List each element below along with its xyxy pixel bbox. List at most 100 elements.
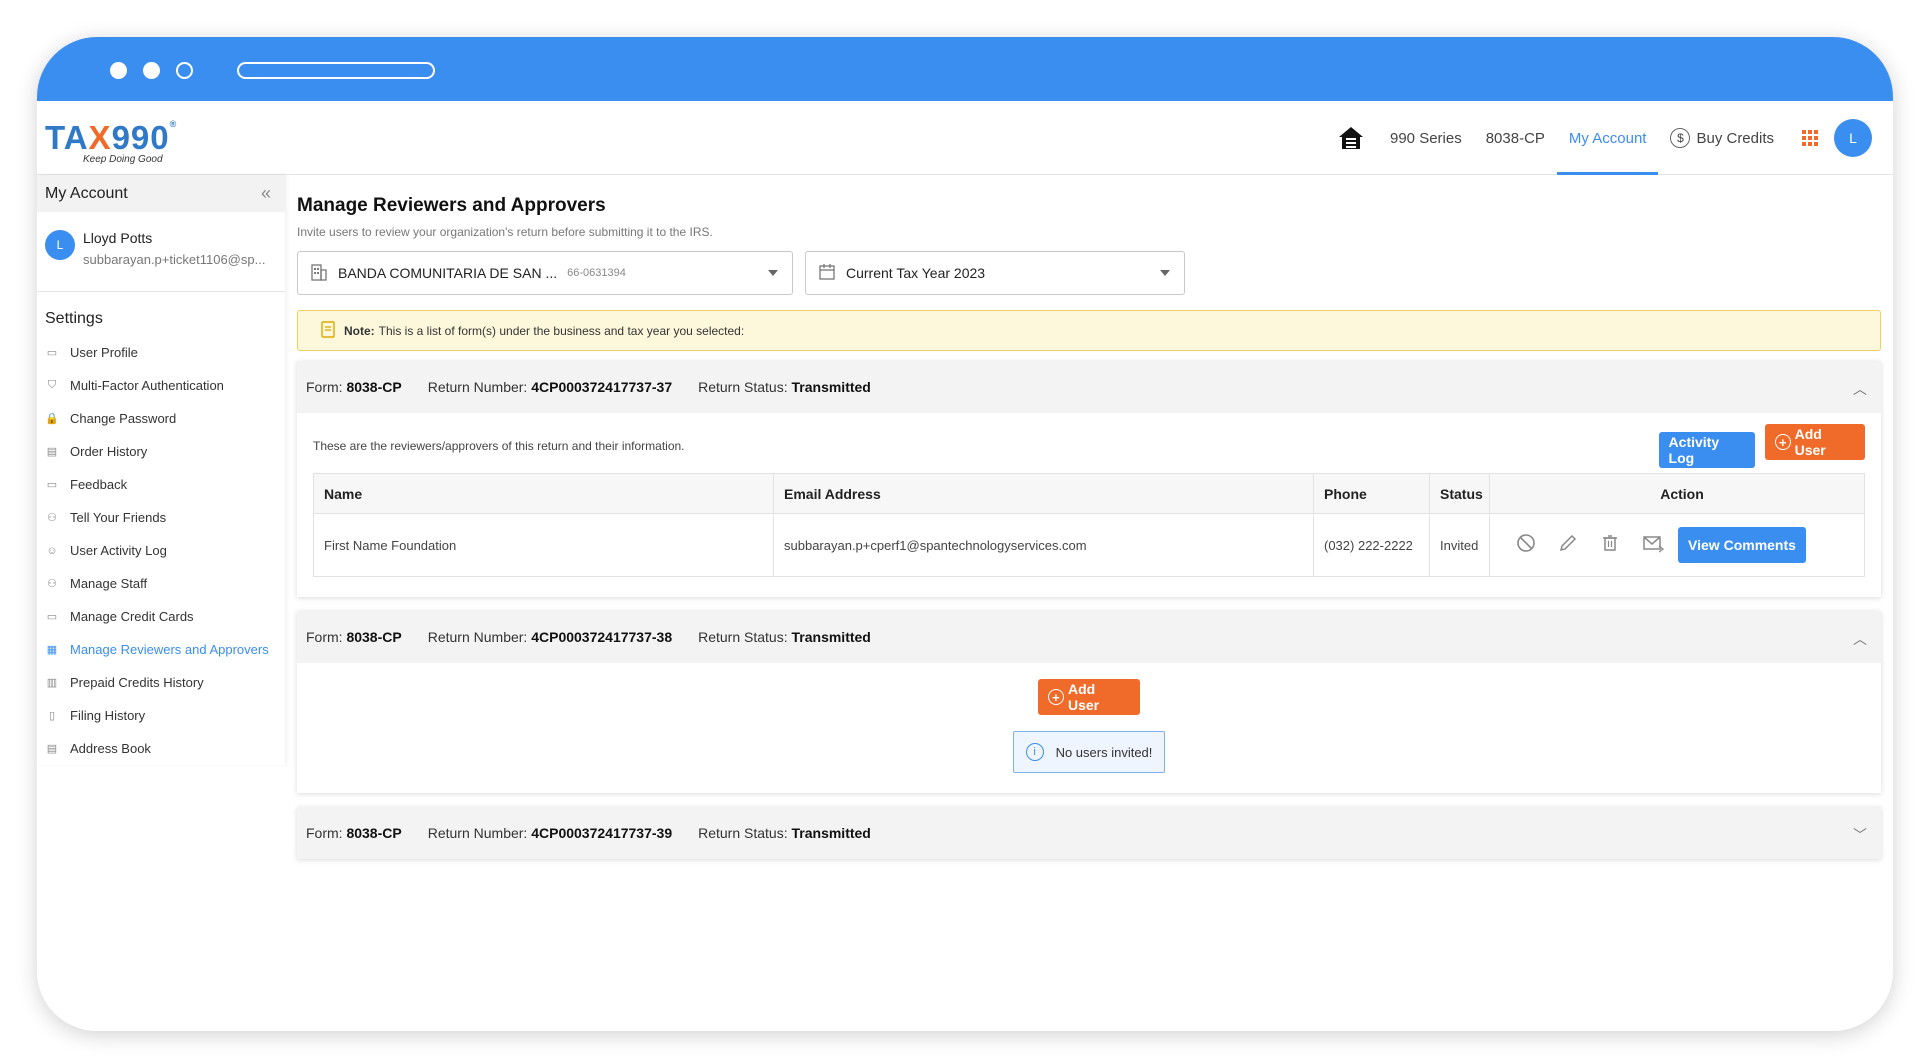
chevron-down-icon bbox=[1160, 270, 1170, 276]
window-close-dot[interactable] bbox=[110, 62, 127, 79]
info-icon: i bbox=[1025, 743, 1044, 761]
main-content: Manage Reviewers and Approvers Invite us… bbox=[297, 175, 1881, 859]
form-card: Form: 8038-CP Return Number: 4CP00037241… bbox=[297, 611, 1881, 793]
reviewer-phone: (032) 222-2222 bbox=[1313, 513, 1430, 577]
col-action: Action bbox=[1489, 473, 1865, 514]
sidebar-item-label: Order History bbox=[70, 444, 148, 459]
apps-grid-icon[interactable] bbox=[1786, 101, 1834, 175]
sidebar-item-label: Multi-Factor Authentication bbox=[70, 378, 224, 393]
app: TAX990® Keep Doing Good 990 Series 8038-… bbox=[37, 101, 1893, 1031]
sidebar-item-user-profile[interactable]: ▭ User Profile bbox=[37, 336, 285, 369]
add-user-button[interactable]: + Add User bbox=[1038, 679, 1140, 715]
return-number-value: 4CP000372417737-37 bbox=[531, 379, 673, 395]
sidebar-item-tell-your-friends[interactable]: ⚇ Tell Your Friends bbox=[37, 501, 285, 534]
sidebar-item-manage-credit-cards[interactable]: ▭ Manage Credit Cards bbox=[37, 600, 285, 633]
address-bar[interactable] bbox=[237, 62, 435, 79]
note-text: This is a list of form(s) under the busi… bbox=[378, 323, 745, 338]
reviewer-name: First Name Foundation bbox=[313, 513, 774, 577]
page-subtitle: Invite users to review your organization… bbox=[297, 225, 713, 239]
return-status-label: Return Status: bbox=[698, 825, 788, 841]
resend-mail-icon[interactable] bbox=[1642, 533, 1665, 558]
form-card-header[interactable]: Form: 8038-CP Return Number: 4CP00037241… bbox=[297, 807, 1881, 859]
sidebar-item-label: Address Book bbox=[70, 741, 151, 756]
block-icon[interactable] bbox=[1516, 533, 1536, 558]
sidebar-item-change-password[interactable]: 🔒 Change Password bbox=[37, 402, 285, 435]
tax-year-select[interactable]: Current Tax Year 2023 bbox=[805, 251, 1185, 295]
form-card: Form: 8038-CP Return Number: 4CP00037241… bbox=[297, 807, 1881, 859]
nav-990-series[interactable]: 990 Series bbox=[1378, 101, 1474, 175]
top-nav: 990 Series 8038-CP My Account $ Buy Cred… bbox=[1324, 101, 1872, 175]
sidebar-item-manage-reviewers-and-approvers[interactable]: ▦ Manage Reviewers and Approvers bbox=[37, 633, 285, 666]
top-header: TAX990® Keep Doing Good 990 Series 8038-… bbox=[37, 101, 1893, 175]
nav-my-account[interactable]: My Account bbox=[1556, 101, 1659, 175]
form-card-header[interactable]: Form: 8038-CP Return Number: 4CP00037241… bbox=[297, 361, 1881, 413]
logo[interactable]: TAX990® Keep Doing Good bbox=[45, 119, 177, 165]
table-row: First Name Foundation subbarayan.p+cperf… bbox=[313, 513, 1865, 577]
shield-icon: ⛉ bbox=[47, 379, 57, 391]
settings-heading: Settings bbox=[45, 310, 103, 327]
chevron-up-icon[interactable]: ︿ bbox=[1853, 379, 1867, 399]
sidebar-item-label: Manage Staff bbox=[70, 576, 148, 591]
browser-frame: TAX990® Keep Doing Good 990 Series 8038-… bbox=[37, 37, 1893, 1031]
no-users-text: No users invited! bbox=[1055, 744, 1153, 760]
window-maximize-dot[interactable] bbox=[176, 62, 193, 79]
col-name: Name bbox=[313, 473, 774, 514]
id-card-icon: ▭ bbox=[46, 347, 58, 359]
page-title: Manage Reviewers and Approvers bbox=[297, 195, 606, 216]
form-card: Form: 8038-CP Return Number: 4CP00037241… bbox=[297, 361, 1881, 597]
return-status-label: Return Status: bbox=[698, 629, 788, 645]
chevron-down-icon bbox=[768, 270, 778, 276]
sidebar-user: L Lloyd Potts subbarayan.p+ticket1106@sp… bbox=[37, 212, 285, 292]
sidebar-item-label: Feedback bbox=[70, 477, 128, 492]
sidebar-title: My Account bbox=[45, 184, 128, 202]
sidebar-item-order-history[interactable]: ▤ Order History bbox=[37, 435, 285, 468]
user-avatar[interactable]: L bbox=[1834, 119, 1872, 157]
sidebar-item-feedback[interactable]: ▭ Feedback bbox=[37, 468, 285, 501]
sidebar-item-multi-factor-authentication[interactable]: ⛉ Multi-Factor Authentication bbox=[37, 369, 285, 402]
building-icon bbox=[310, 263, 328, 284]
return-status-value: Transmitted bbox=[791, 629, 871, 645]
credit-card-icon: ▭ bbox=[46, 611, 58, 623]
nav-buy-credits[interactable]: $ Buy Credits bbox=[1658, 101, 1786, 175]
dollar-circle-icon: $ bbox=[1670, 128, 1691, 148]
return-number-label: Return Number: bbox=[427, 379, 528, 395]
sidebar-item-label: Prepaid Credits History bbox=[70, 675, 204, 690]
sidebar-item-filing-history[interactable]: ▯ Filing History bbox=[37, 699, 285, 732]
chevron-down-icon[interactable]: ﹀ bbox=[1853, 825, 1867, 845]
sidebar-item-manage-staff[interactable]: ⚇ Manage Staff bbox=[37, 567, 285, 600]
form-value: 8038-CP bbox=[346, 629, 402, 645]
plus-circle-icon: + bbox=[1048, 689, 1064, 705]
add-user-label: Add User bbox=[1794, 426, 1826, 459]
delete-icon[interactable] bbox=[1600, 533, 1620, 558]
sidebar-item-user-activity-log[interactable]: ☺ User Activity Log bbox=[37, 534, 285, 567]
chart-icon: ▥ bbox=[46, 677, 58, 689]
sidebar-item-prepaid-credits-history[interactable]: ▥ Prepaid Credits History bbox=[37, 666, 285, 699]
home-icon[interactable] bbox=[1324, 101, 1378, 175]
form-label: Form: bbox=[306, 629, 343, 645]
nav-8038-cp[interactable]: 8038-CP bbox=[1474, 101, 1557, 175]
window-minimize-dot[interactable] bbox=[143, 62, 160, 79]
sidebar-item-label: User Activity Log bbox=[70, 543, 167, 558]
note-banner: Note: This is a list of form(s) under th… bbox=[297, 310, 1881, 351]
organization-select[interactable]: BANDA COMUNITARIA DE SAN ... 66-0631394 bbox=[297, 251, 793, 295]
sidebar-item-label: Change Password bbox=[70, 411, 177, 426]
edit-icon[interactable] bbox=[1558, 533, 1578, 558]
return-status-value: Transmitted bbox=[791, 825, 871, 841]
add-user-button[interactable]: + Add User bbox=[1765, 424, 1865, 461]
sidebar-item-label: Tell Your Friends bbox=[70, 510, 167, 525]
col-status: Status bbox=[1429, 473, 1490, 514]
no-users-message: i No users invited! bbox=[1012, 731, 1166, 773]
col-phone: Phone bbox=[1313, 473, 1430, 514]
collapse-icon[interactable]: « bbox=[261, 183, 271, 204]
chevron-up-icon[interactable]: ︿ bbox=[1853, 629, 1867, 649]
buy-credits-label: Buy Credits bbox=[1696, 129, 1774, 147]
sidebar-item-address-book[interactable]: ▤ Address Book bbox=[37, 732, 285, 765]
organization-ein: 66-0631394 bbox=[567, 267, 626, 279]
form-label: Form: bbox=[306, 825, 343, 841]
form-card-header[interactable]: Form: 8038-CP Return Number: 4CP00037241… bbox=[297, 611, 1881, 663]
activity-log-button[interactable]: Activity Log bbox=[1658, 431, 1755, 468]
view-comments-button[interactable]: View Comments bbox=[1678, 527, 1806, 563]
form-value: 8038-CP bbox=[346, 379, 402, 395]
staff-icon: ⚇ bbox=[47, 578, 57, 590]
return-number-label: Return Number: bbox=[427, 629, 528, 645]
